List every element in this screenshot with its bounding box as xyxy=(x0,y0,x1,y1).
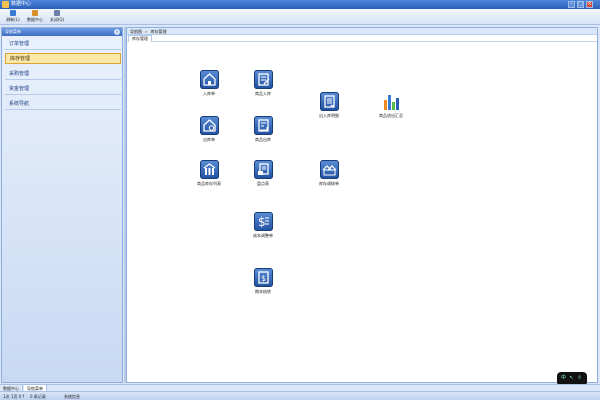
node-label: 商品进出汇总 xyxy=(379,113,403,118)
cursor-icon[interactable]: ↖ xyxy=(568,375,575,382)
status-record-count: 0 条记录 xyxy=(30,394,46,399)
warehouse-icon xyxy=(203,163,215,175)
close-icon xyxy=(54,10,60,16)
transfer-icon xyxy=(322,165,336,176)
breadcrumb: 导航图» 库存管理 xyxy=(127,28,597,35)
app-icon xyxy=(2,1,9,8)
close-button[interactable]: 关闭(Q) xyxy=(46,10,68,24)
toolbar: 刷新(L) 数据中心 关闭(Q) xyxy=(0,9,600,25)
tab-strip: 库存管理 xyxy=(127,35,597,42)
node-stock-transfer[interactable]: 库存调拨单 xyxy=(309,160,349,186)
node-label: 库存调拨单 xyxy=(319,181,339,186)
node-label: 商品入库 xyxy=(255,91,271,96)
main-panel: 导航图»库存管理 库存管理 入库单 商品入库 出库单 商品出库 商品库存列表 xyxy=(126,27,598,386)
sidebar-item-system-nav[interactable]: 系统导航 xyxy=(5,99,121,110)
close-window-button[interactable]: × xyxy=(586,1,593,8)
sidebar-item-funds[interactable]: 资金管理 xyxy=(5,84,121,95)
breadcrumb-root[interactable]: 导航图 xyxy=(130,29,142,34)
refresh-icon xyxy=(10,10,16,16)
minimize-button[interactable]: – xyxy=(568,1,575,8)
node-inbound-order[interactable]: 入库单 xyxy=(189,70,229,96)
node-label: 出库单 xyxy=(203,137,215,142)
svg-text:$: $ xyxy=(261,274,266,283)
inbound-home-icon xyxy=(202,73,216,86)
inventory-check-icon xyxy=(257,163,269,175)
node-goods-in[interactable]: 商品入库 xyxy=(243,70,283,96)
collapse-icon[interactable]: « xyxy=(114,29,120,35)
sidebar-item-orders[interactable]: 订单管理 xyxy=(5,39,121,50)
status-bar: 1次 1页 0 f 0 条记录 系统信息 xyxy=(0,391,600,400)
refresh-label: 刷新(L) xyxy=(6,17,20,22)
in-out-detail-icon xyxy=(323,95,335,108)
input-method-icon[interactable]: 中 xyxy=(560,375,567,382)
bottom-tabs: 数据中心 导航菜单 xyxy=(0,384,600,392)
breadcrumb-current: 库存管理 xyxy=(150,29,167,34)
maximize-button[interactable]: □ xyxy=(577,1,584,8)
goods-out-icon xyxy=(257,119,269,132)
node-label: 成本调整单 xyxy=(253,233,273,238)
node-goods-summary[interactable]: 商品进出汇总 xyxy=(371,92,411,118)
data-center-label: 数据中心 xyxy=(27,17,43,22)
breadcrumb-separator: » xyxy=(145,29,148,34)
cost-adjust-icon: $ xyxy=(258,215,269,229)
close-label: 关闭(Q) xyxy=(49,17,65,22)
node-label: 商品出库 xyxy=(255,137,271,142)
window-title: 数据中心 xyxy=(11,1,32,7)
node-label: 商品库存列表 xyxy=(197,181,221,186)
node-cost-adjust[interactable]: $ 成本调整单 xyxy=(243,212,283,238)
data-center-icon xyxy=(32,10,38,16)
node-period-close[interactable]: $ 期末结转 xyxy=(243,268,283,294)
sidebar-item-purchasing[interactable]: 采购管理 xyxy=(5,69,121,80)
title-bar: 数据中心 – □ × xyxy=(0,0,600,9)
status-system-info: 系统信息 xyxy=(64,394,80,399)
sidebar: 导航菜单 « 订单管理 库存管理 采购管理 资金管理 系统导航 xyxy=(1,27,123,383)
node-goods-out[interactable]: 商品出库 xyxy=(243,116,283,142)
data-center-button[interactable]: 数据中心 xyxy=(24,10,46,24)
node-label: 期末结转 xyxy=(255,289,271,294)
node-label: 出入库明细 xyxy=(319,113,339,118)
goods-in-icon xyxy=(257,73,269,86)
refresh-button[interactable]: 刷新(L) xyxy=(2,10,24,24)
period-close-icon: $ xyxy=(257,271,269,284)
node-label: 盘点表 xyxy=(257,181,269,186)
flow-canvas: 入库单 商品入库 出库单 商品出库 商品库存列表 盘点表 出入库明细 库存调拨单… xyxy=(127,42,597,386)
sidebar-title: 导航菜单 xyxy=(5,29,21,34)
node-outbound-order[interactable]: 出库单 xyxy=(189,116,229,142)
tab-inventory[interactable]: 库存管理 xyxy=(128,35,152,42)
node-in-out-detail[interactable]: 出入库明细 xyxy=(309,92,349,118)
status-left: 1次 1页 0 f xyxy=(3,394,24,399)
svg-text:$: $ xyxy=(258,215,266,229)
outbound-home-icon xyxy=(202,119,216,132)
upload-icon[interactable]: ⇧ xyxy=(576,375,583,382)
node-label: 入库单 xyxy=(203,91,215,96)
node-stock-list[interactable]: 商品库存列表 xyxy=(189,160,229,186)
sidebar-item-inventory[interactable]: 库存管理 xyxy=(5,53,121,64)
sidebar-header: 导航菜单 « xyxy=(2,28,122,36)
node-stocktake[interactable]: 盘点表 xyxy=(243,160,283,186)
bar-chart-icon xyxy=(383,95,399,110)
